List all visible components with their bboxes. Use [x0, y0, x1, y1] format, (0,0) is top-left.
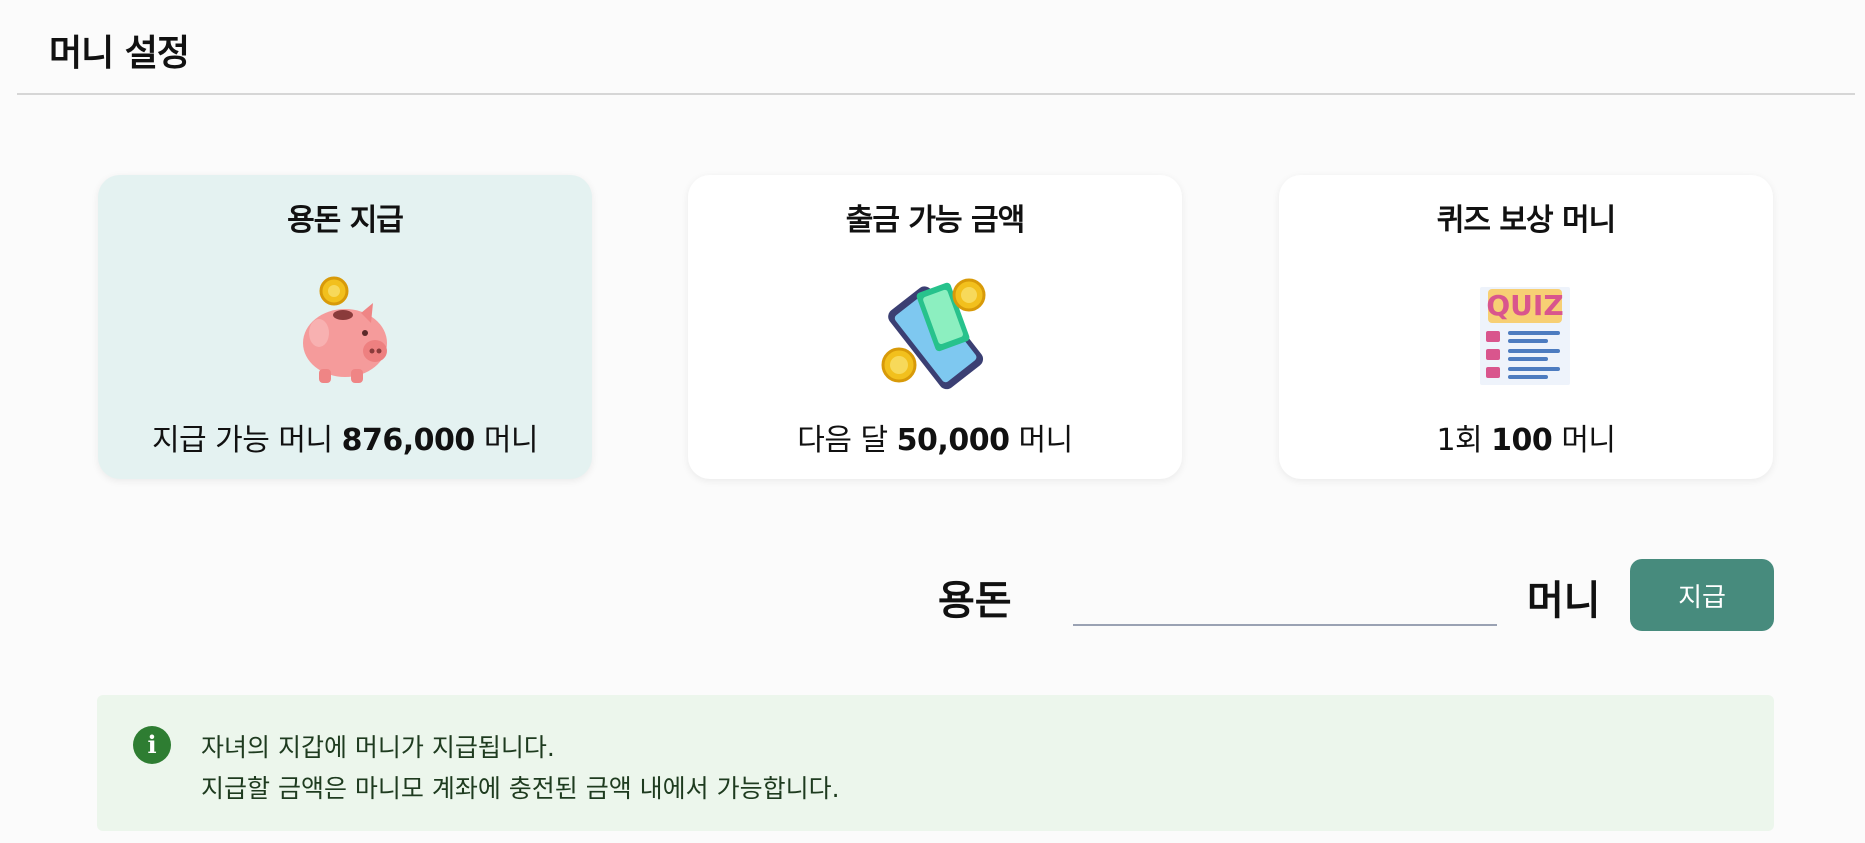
money-unit-label: 머니: [1527, 578, 1601, 624]
page-header: 머니 설정: [17, 0, 1855, 95]
phone-money-icon: [875, 275, 995, 395]
page-title: 머니 설정: [49, 33, 190, 74]
card-allowance[interactable]: 용돈 지급 지급 가능 머니 876,000 머니: [98, 175, 592, 479]
withdrawable-value: 50,000: [896, 423, 1010, 458]
desc-prefix: 다음 달: [797, 423, 897, 458]
card-withdrawable[interactable]: 출금 가능 금액 다음 달 50,000 머니: [688, 175, 1182, 479]
desc-suffix: 머니: [1009, 423, 1073, 458]
pay-allowance-button[interactable]: 지급: [1630, 559, 1774, 631]
desc-suffix: 머니: [1552, 423, 1616, 458]
desc-prefix: 1회: [1436, 423, 1492, 458]
card-title: 용돈 지급: [287, 203, 404, 238]
desc-prefix: 지급 가능 머니: [151, 423, 342, 458]
allowance-amount-input[interactable]: [1073, 558, 1497, 626]
card-title: 퀴즈 보상 머니: [1436, 203, 1617, 238]
desc-suffix: 머니: [474, 423, 539, 458]
card-description: 다음 달 50,000 머니: [688, 415, 1182, 459]
info-notice: i 자녀의 지갑에 머니가 지급됩니다. 지급할 금액은 마니모 계좌에 충전된…: [97, 695, 1774, 831]
allowance-label: 용돈: [938, 578, 1012, 624]
quiz-reward-value: 100: [1491, 423, 1553, 458]
piggy-bank-icon: [285, 275, 405, 395]
card-description: 지급 가능 머니 876,000 머니: [98, 415, 592, 459]
info-line: 지급할 금액은 마니모 계좌에 충전된 금액 내에서 가능합니다.: [201, 774, 840, 803]
card-title: 출금 가능 금액: [845, 203, 1026, 238]
available-money-value: 876,000: [341, 423, 476, 458]
quiz-document-icon: QUIZ: [1466, 275, 1586, 395]
card-quiz-reward[interactable]: 퀴즈 보상 머니 QUIZ 1회 100 머니: [1279, 175, 1773, 479]
info-line: 자녀의 지갑에 머니가 지급됩니다.: [201, 733, 555, 762]
svg-text:QUIZ: QUIZ: [1486, 289, 1563, 322]
info-icon: i: [133, 726, 171, 764]
card-description: 1회 100 머니: [1279, 415, 1773, 459]
